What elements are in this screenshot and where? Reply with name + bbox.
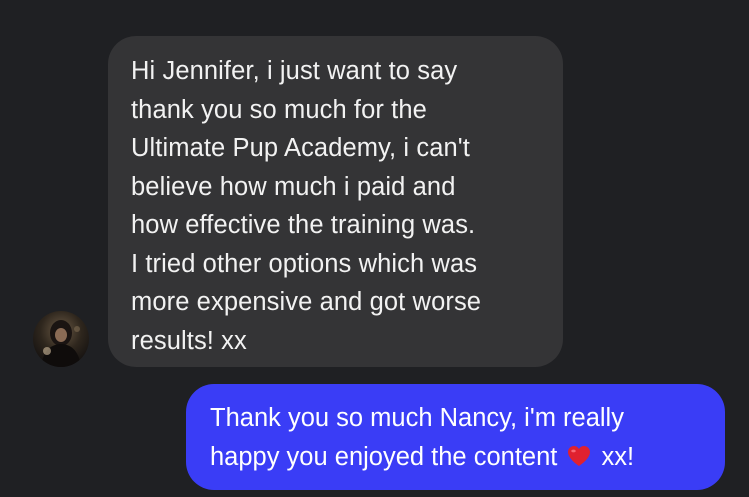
sender-avatar[interactable] bbox=[33, 311, 89, 367]
chat-thread: Hi Jennifer, i just want to say thank yo… bbox=[0, 0, 749, 497]
message-line: results! xx bbox=[131, 326, 247, 355]
avatar-photo bbox=[41, 320, 81, 367]
message-line: Ultimate Pup Academy, i can't bbox=[131, 134, 470, 162]
message-line: happy you enjoyed the content xx! bbox=[210, 438, 705, 480]
incoming-message-bubble[interactable]: Hi Jennifer, i just want to say thank yo… bbox=[108, 36, 563, 367]
message-line: more expensive and got worse bbox=[131, 288, 482, 316]
message-text: happy you enjoyed the content bbox=[210, 443, 558, 471]
message-line: Hi Jennifer, i just want to say bbox=[131, 57, 458, 85]
message-line: believe how much i paid and bbox=[131, 172, 456, 201]
red-heart-icon bbox=[566, 441, 592, 480]
message-line: thank you so much for the bbox=[131, 95, 427, 124]
message-line: I tried other options which was bbox=[131, 249, 478, 278]
outgoing-message-bubble[interactable]: Thank you so much Nancy, i'm really happ… bbox=[186, 384, 725, 490]
message-line: how effective the training was. bbox=[131, 211, 476, 239]
message-line: Thank you so much Nancy, i'm really bbox=[210, 404, 624, 432]
message-text: xx! bbox=[601, 443, 635, 471]
